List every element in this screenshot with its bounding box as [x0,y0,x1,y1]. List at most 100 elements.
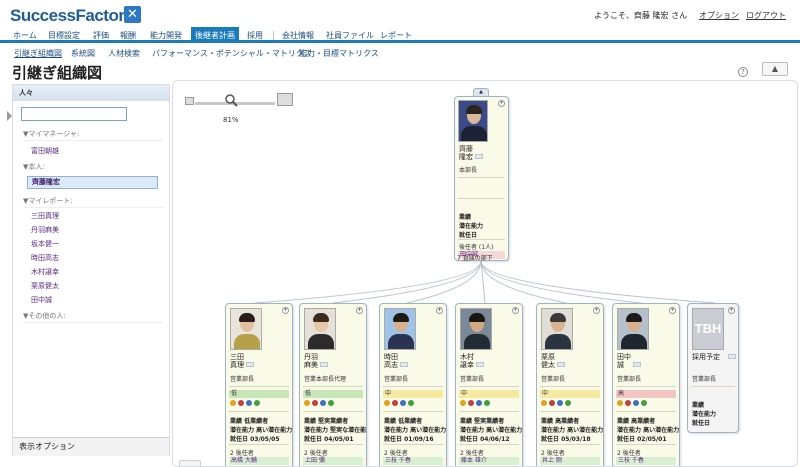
vcard-icon[interactable] [246,362,254,367]
person-card[interactable]: ▾ 木村 譲幸 営業部長中 業績 堅実業績者 潜在能力 高い潜在能力 就任日 04/06/… [455,303,523,466]
main-nav: ホーム 目標設定 評価 報酬 能力開発 後継者計画 採用 会社情報 社員ファイル… [0,27,800,43]
risk-icon [238,400,244,406]
person-card[interactable]: ▾ 田中誠営業部長高 業績 高業績者 潜在能力 高い潜在能力 就任日 02/05/01… [612,303,680,466]
card-menu-icon[interactable]: ▾ [356,307,363,314]
report-link[interactable]: 丹羽麻美 [31,225,59,235]
successor-name[interactable]: 上田 彌 [303,457,363,465]
successor-name[interactable]: 高橋 大輔 [229,457,289,465]
manager-link[interactable]: 富田朝雄 [31,146,59,156]
card-menu-icon[interactable]: ▾ [728,307,735,314]
person-name[interactable]: 譲幸 [460,361,474,369]
potential-value: 潜在能力 高い潜在能力 [541,427,604,434]
person-name[interactable]: 丹羽 [304,353,318,361]
status-icons [541,400,573,408]
person-card[interactable]: ▾ TBH 採用予定 営業部長 業績 潜在能力 就任日 [687,303,739,433]
expand-manager-button[interactable]: ▲ [473,88,489,96]
collapse-header-button[interactable]: ▲ [762,62,788,76]
person-name[interactable]: 健太 [541,361,555,369]
card-menu-icon[interactable]: ▾ [593,307,600,314]
canvas-tab[interactable] [179,460,201,466]
card-menu-icon[interactable]: ▾ [498,100,505,107]
nav-item-company-info[interactable]: 会社情報 [279,29,317,42]
card-menu-icon[interactable]: ▾ [282,307,289,314]
vcard-icon[interactable] [557,362,565,367]
report-link[interactable]: 栗原健太 [31,281,59,291]
card-menu-icon[interactable]: ▾ [512,307,519,314]
direct-reports-link[interactable]: 7 直属の部下 [457,253,493,262]
subnav-performance-potential-matrix[interactable]: パフォーマンス・ポテンシャル・マトリクス [152,48,312,59]
display-options-button[interactable]: 表示オプション [13,437,169,456]
successor-name[interactable]: 三枝 千春 [616,457,676,465]
nav-item-succession[interactable]: 後継者計画 [191,27,239,43]
person-name[interactable]: 木村 [460,353,474,361]
logout-link[interactable]: ログアウト [746,10,786,21]
logo-mark-icon: ✕ [124,6,141,23]
potential-value: 潜在能力 高い潜在能力 [230,427,293,434]
nav-item-recruiting[interactable]: 採用 [244,29,266,42]
report-link[interactable]: 坂本健一 [31,239,59,249]
help-icon[interactable]: ? [738,67,748,77]
divider [23,207,163,208]
subnav-talent-search[interactable]: 人材検索 [108,48,140,59]
subnav-lineage[interactable]: 系統図 [71,48,95,59]
vcard-icon[interactable] [728,354,736,359]
person-name[interactable]: 三田 [230,353,244,361]
vcard-icon[interactable] [475,154,483,159]
person-name[interactable]: 真理 [230,361,244,369]
report-link[interactable]: 田中誠 [31,295,52,305]
nav-item-home[interactable]: ホーム [10,29,40,42]
successor-count: 2 後任者 [304,450,328,457]
person-name[interactable]: 誠 [617,361,624,369]
section-my-reports[interactable]: ▼マイレポート: [23,196,73,206]
person-name[interactable]: 麻美 [304,361,318,369]
vcard-icon[interactable] [320,362,328,367]
status-icons [384,400,416,408]
card-menu-icon[interactable]: ▾ [669,307,676,314]
report-link[interactable]: 木村譲幸 [31,267,59,277]
card-menu-icon[interactable]: ▾ [436,307,443,314]
vcard-icon[interactable] [476,362,484,367]
self-link[interactable]: 齊藤隆宏 [27,176,158,189]
section-others[interactable]: ▼その他の人: [23,311,66,321]
report-link[interactable]: 時田高志 [31,253,59,263]
successor-name[interactable]: 藤本 雄介 [459,457,519,465]
person-card[interactable]: ▾ 丹羽 麻美 営業本部長代理低 業績 堅実業績者 潜在能力 堅実な潜在能力 就任日 04… [299,303,367,466]
person-name[interactable]: 栗原 [541,353,555,361]
person-card[interactable]: ▾ 栗原 健太 営業部長中 業績 高業績者 潜在能力 高い潜在能力 就任日 05/03/1… [536,303,604,466]
nav-item-employee-files[interactable]: 社員ファイル [323,29,377,42]
avatar [617,308,649,350]
nav-item-compensation[interactable]: 報酬 [117,29,139,42]
subnav-competency-goal-matrix[interactable]: 能力・目標マトリクス [299,48,379,59]
section-my-manager[interactable]: ▼マイマネージャ: [23,129,79,139]
person-name[interactable]: 時田 [384,353,398,361]
performance-value: 業績 低業績者 [384,418,423,425]
nav-item-reports[interactable]: レポート [377,29,415,42]
person-name[interactable]: 田中 [617,353,631,361]
nav-item-development[interactable]: 能力開発 [147,29,185,42]
vcard-icon[interactable] [633,362,641,367]
vcard-icon[interactable] [400,362,408,367]
person-icon [476,400,482,406]
potential-label: 潜在能力 [459,223,484,230]
divider [229,444,289,445]
subnav-succession-org-chart[interactable]: 引継ぎ組織図 [14,48,62,59]
report-link[interactable]: 三田真理 [31,211,59,221]
person-card[interactable]: ▾ 時田 高志 営業部長中 業績 低業績者 潜在能力 高い潜在能力 就任日 01/09/1… [379,303,447,466]
person-name[interactable]: 採用予定 [692,353,720,361]
person-name[interactable]: 齊藤 [459,145,473,153]
person-card[interactable]: ▾ 三田 真理 営業部長低 業績 低業績者 潜在能力 高い潜在能力 就任日 03/05/0… [225,303,293,466]
risk-rating-badge: 低 [303,390,363,398]
panel-toggle-arrow-icon[interactable] [7,111,12,121]
successor-name[interactable]: 井上 剛 [540,457,600,465]
section-self[interactable]: ▼本人: [23,162,45,172]
nav-item-goals[interactable]: 目標設定 [45,29,83,42]
successor-name[interactable]: 三枝 千春 [383,457,443,465]
person-name[interactable]: 高志 [384,361,398,369]
nav-item-review[interactable]: 評価 [90,29,112,42]
options-link[interactable]: オプション [699,10,739,21]
person-name[interactable]: 隆宏 [459,153,473,161]
successor-count: 後任者 (1人) [459,244,494,251]
root-person-card[interactable]: ▾ 齊藤 隆宏 本部長 業績 潜在能力 就任日 後任者 (1人) 田中誠 [454,96,509,261]
org-chart-canvas[interactable]: 81% ▲ ▾ 齊藤 隆宏 本部長 業績 潜在能力 就任日 後任者 (1人) 田… [172,80,798,467]
people-search-input[interactable] [21,107,127,121]
